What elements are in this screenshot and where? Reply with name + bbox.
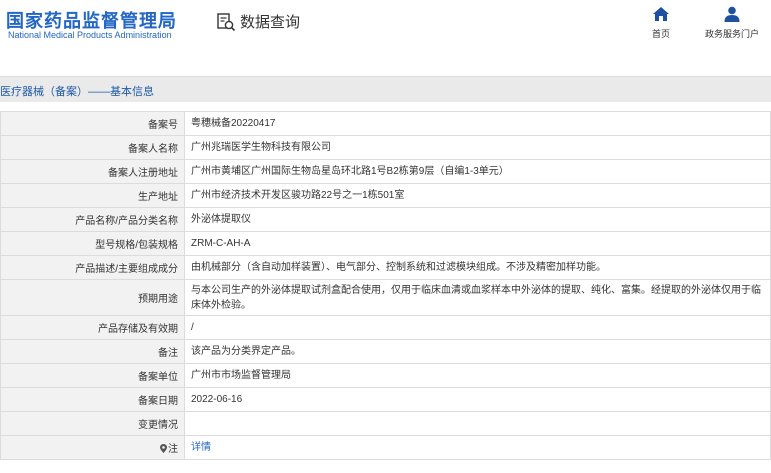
- row-label: 生产地址: [0, 183, 185, 208]
- note-label-cell: 注: [0, 435, 185, 460]
- nav-service-portal[interactable]: 政务服务门户: [700, 6, 764, 40]
- row-label: 产品存储及有效期: [0, 315, 185, 340]
- table-row: 产品名称/产品分类名称 外泌体提取仪: [0, 207, 771, 232]
- record-detail-table: 备案号 粤穗械备20220417 备案人名称 广州兆瑞医学生物科技有限公司 备案…: [0, 111, 771, 460]
- row-value: 广州市黄埔区广州国际生物岛星岛环北路1号B2栋第9层（自编1-3单元）: [184, 159, 771, 184]
- row-value: 广州市市场监督管理局: [184, 363, 771, 388]
- row-value: 2022-06-16: [184, 387, 771, 412]
- row-value: 外泌体提取仪: [184, 207, 771, 232]
- row-label: 备案日期: [0, 387, 185, 412]
- row-value: 与本公司生产的外泌体提取试剂盒配合使用，仅用于临床血清或血浆样本中外泌体的提取、…: [184, 279, 771, 316]
- row-label: 备案单位: [0, 363, 185, 388]
- brand-name-en[interactable]: National Medical Products Administration: [8, 30, 172, 40]
- row-label: 变更情况: [0, 411, 185, 436]
- row-value: ZRM-C-AH-A: [184, 231, 771, 256]
- table-row: 产品描述/主要组成成分 由机械部分（含自动加样装置）、电气部分、控制系统和过滤模…: [0, 255, 771, 280]
- table-row: 预期用途 与本公司生产的外泌体提取试剂盒配合使用，仅用于临床血清或血浆样本中外泌…: [0, 279, 771, 316]
- table-row: 备案号 粤穗械备20220417: [0, 111, 771, 136]
- row-label: 产品名称/产品分类名称: [0, 207, 185, 232]
- section-title: 医疗器械（备案）——基本信息: [0, 86, 154, 98]
- table-row: 备案单位 广州市市场监督管理局: [0, 363, 771, 388]
- data-query-title: 数据查询: [240, 14, 301, 31]
- table-row: 生产地址 广州市经济技术开发区骏功路22号之一1栋501室: [0, 183, 771, 208]
- table-row: 备案人名称 广州兆瑞医学生物科技有限公司: [0, 135, 771, 160]
- row-label: 备案号: [0, 111, 185, 136]
- row-value: 广州市经济技术开发区骏功路22号之一1栋501室: [184, 183, 771, 208]
- table-row: 注 详情: [0, 435, 771, 460]
- row-value: 由机械部分（含自动加样装置）、电气部分、控制系统和过滤模块组成。不涉及精密加样功…: [184, 255, 771, 280]
- row-value: 该产品为分类界定产品。: [184, 339, 771, 364]
- row-value: /: [184, 315, 771, 340]
- table-row: 变更情况: [0, 411, 771, 436]
- site-header: 国家药品监督管理局 National Medical Products Admi…: [0, 0, 771, 58]
- nav-home-label: 首页: [651, 29, 670, 39]
- section-title-bar: 医疗器械（备案）——基本信息: [0, 76, 771, 102]
- row-label: 备案人注册地址: [0, 159, 185, 184]
- table-row: 备注 该产品为分类界定产品。: [0, 339, 771, 364]
- home-icon: [653, 7, 669, 21]
- user-icon: [724, 6, 740, 22]
- row-label: 备案人名称: [0, 135, 185, 160]
- details-link[interactable]: 详情: [191, 442, 211, 453]
- row-label: 备注: [0, 339, 185, 364]
- row-value: 详情: [184, 435, 771, 460]
- row-value: 广州兆瑞医学生物科技有限公司: [184, 135, 771, 160]
- table-row: 产品存储及有效期 /: [0, 315, 771, 340]
- table-row: 型号规格/包装规格 ZRM-C-AH-A: [0, 231, 771, 256]
- data-query-heading: 数据查询: [216, 11, 300, 32]
- row-value: [184, 411, 771, 436]
- nav-home[interactable]: 首页: [644, 6, 678, 40]
- document-search-icon: [217, 12, 236, 31]
- row-label: 型号规格/包装规格: [0, 231, 185, 256]
- row-label: 产品描述/主要组成成分: [0, 255, 185, 280]
- nav-service-portal-label: 政务服务门户: [704, 29, 759, 39]
- table-row: 备案日期 2022-06-16: [0, 387, 771, 412]
- table-row: 备案人注册地址 广州市黄埔区广州国际生物岛星岛环北路1号B2栋第9层（自编1-3…: [0, 159, 771, 184]
- row-label: 预期用途: [0, 279, 185, 316]
- map-pin-icon: [160, 444, 167, 453]
- row-label: 注: [168, 444, 178, 455]
- row-value: 粤穗械备20220417: [184, 111, 771, 136]
